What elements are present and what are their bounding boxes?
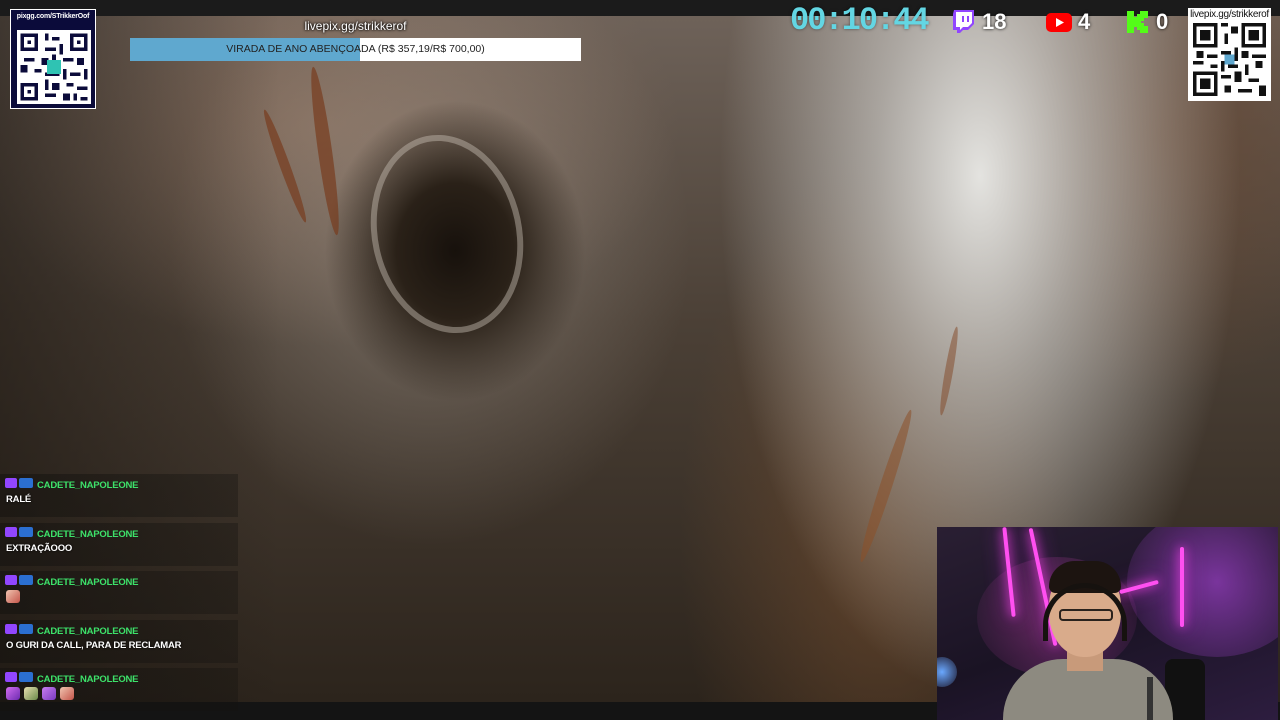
youtube-viewer-count: 4 (1046, 8, 1090, 36)
chat-badges (5, 575, 33, 585)
goal-url: livepix.gg/strikkerof (304, 19, 407, 33)
chat-badges (5, 672, 33, 682)
subscriber-badge-icon (5, 575, 17, 585)
chat-message: CADETE_NAPOLEONE RALÉ (0, 474, 238, 517)
neon-light (1180, 547, 1184, 627)
blood-streak (306, 65, 344, 237)
emote-icon (24, 687, 38, 700)
subscriber-badge-icon (5, 624, 17, 634)
subscriber-badge-icon (5, 527, 17, 537)
chat-emotes (6, 590, 20, 603)
twitch-count: 18 (982, 9, 1007, 34)
kick-viewer-count: 0 (1126, 8, 1168, 36)
subscriber-badge-icon (5, 478, 17, 488)
emote-icon (6, 687, 20, 700)
scene-opening (352, 120, 542, 348)
blood-streak (937, 325, 961, 417)
chat-text: EXTRAÇÃOOO (6, 543, 73, 554)
chat-username: CADETE_NAPOLEONE (37, 529, 139, 540)
chat-badge-icon (19, 478, 33, 488)
chat-username: CADETE_NAPOLEONE (37, 674, 139, 685)
emote-icon (6, 590, 20, 603)
twitch-icon (952, 9, 976, 35)
purple-light (1127, 527, 1278, 657)
chat-message: CADETE_NAPOLEONE (0, 571, 238, 614)
chat-badge-icon (19, 527, 33, 537)
chat-badge-icon (19, 575, 33, 585)
twitch-viewer-count: 18 (952, 8, 1006, 36)
chat-message: CADETE_NAPOLEONE EXTRAÇÃOOO (0, 523, 238, 566)
chat-badge-icon (19, 624, 33, 634)
glasses (1059, 609, 1113, 621)
kick-icon (1126, 10, 1150, 34)
chat-username: CADETE_NAPOLEONE (37, 626, 139, 637)
pix-qr-code[interactable] (17, 30, 91, 104)
webcam-feed (937, 527, 1278, 720)
chat-emotes (6, 687, 74, 700)
subscriber-badge-icon (5, 672, 17, 682)
stream-timer: 00:10:44 (790, 2, 930, 39)
donation-goal-bar: VIRADA DE ANO ABENÇOADA (R$ 357,19/R$ 70… (130, 38, 581, 61)
chat-message: CADETE_NAPOLEONE O GURI DA CALL, PARA DE… (0, 620, 238, 663)
chat-badges (5, 527, 33, 537)
blood-streak (855, 408, 917, 564)
emote-icon (42, 687, 56, 700)
kick-count: 0 (1156, 9, 1169, 34)
livepix-qr-code[interactable] (1193, 23, 1266, 96)
chat-badge-icon (19, 672, 33, 682)
livepix-qr-panel[interactable]: livepix.gg/strikkerof (1188, 8, 1271, 101)
blue-light (937, 657, 957, 687)
youtube-icon (1046, 12, 1072, 32)
chat-username: CADETE_NAPOLEONE (37, 577, 139, 588)
chat-username: CADETE_NAPOLEONE (37, 480, 139, 491)
chat-message: CADETE_NAPOLEONE (0, 668, 238, 711)
chat-badges (5, 478, 33, 488)
mic-arm (1147, 677, 1153, 720)
youtube-count: 4 (1078, 9, 1091, 34)
pix-qr-panel[interactable]: pixgg.com/STrikkerOof (10, 9, 96, 109)
chat-text: O GURI DA CALL, PARA DE RECLAMAR (6, 640, 182, 651)
chat-badges (5, 624, 33, 634)
emote-icon (60, 687, 74, 700)
livepix-url: livepix.gg/strikkerof (1190, 9, 1269, 20)
goal-label: VIRADA DE ANO ABENÇOADA (R$ 357,19/R$ 70… (226, 43, 485, 55)
pix-url: pixgg.com/STrikkerOof (16, 13, 90, 20)
chat-text: RALÉ (6, 494, 32, 505)
